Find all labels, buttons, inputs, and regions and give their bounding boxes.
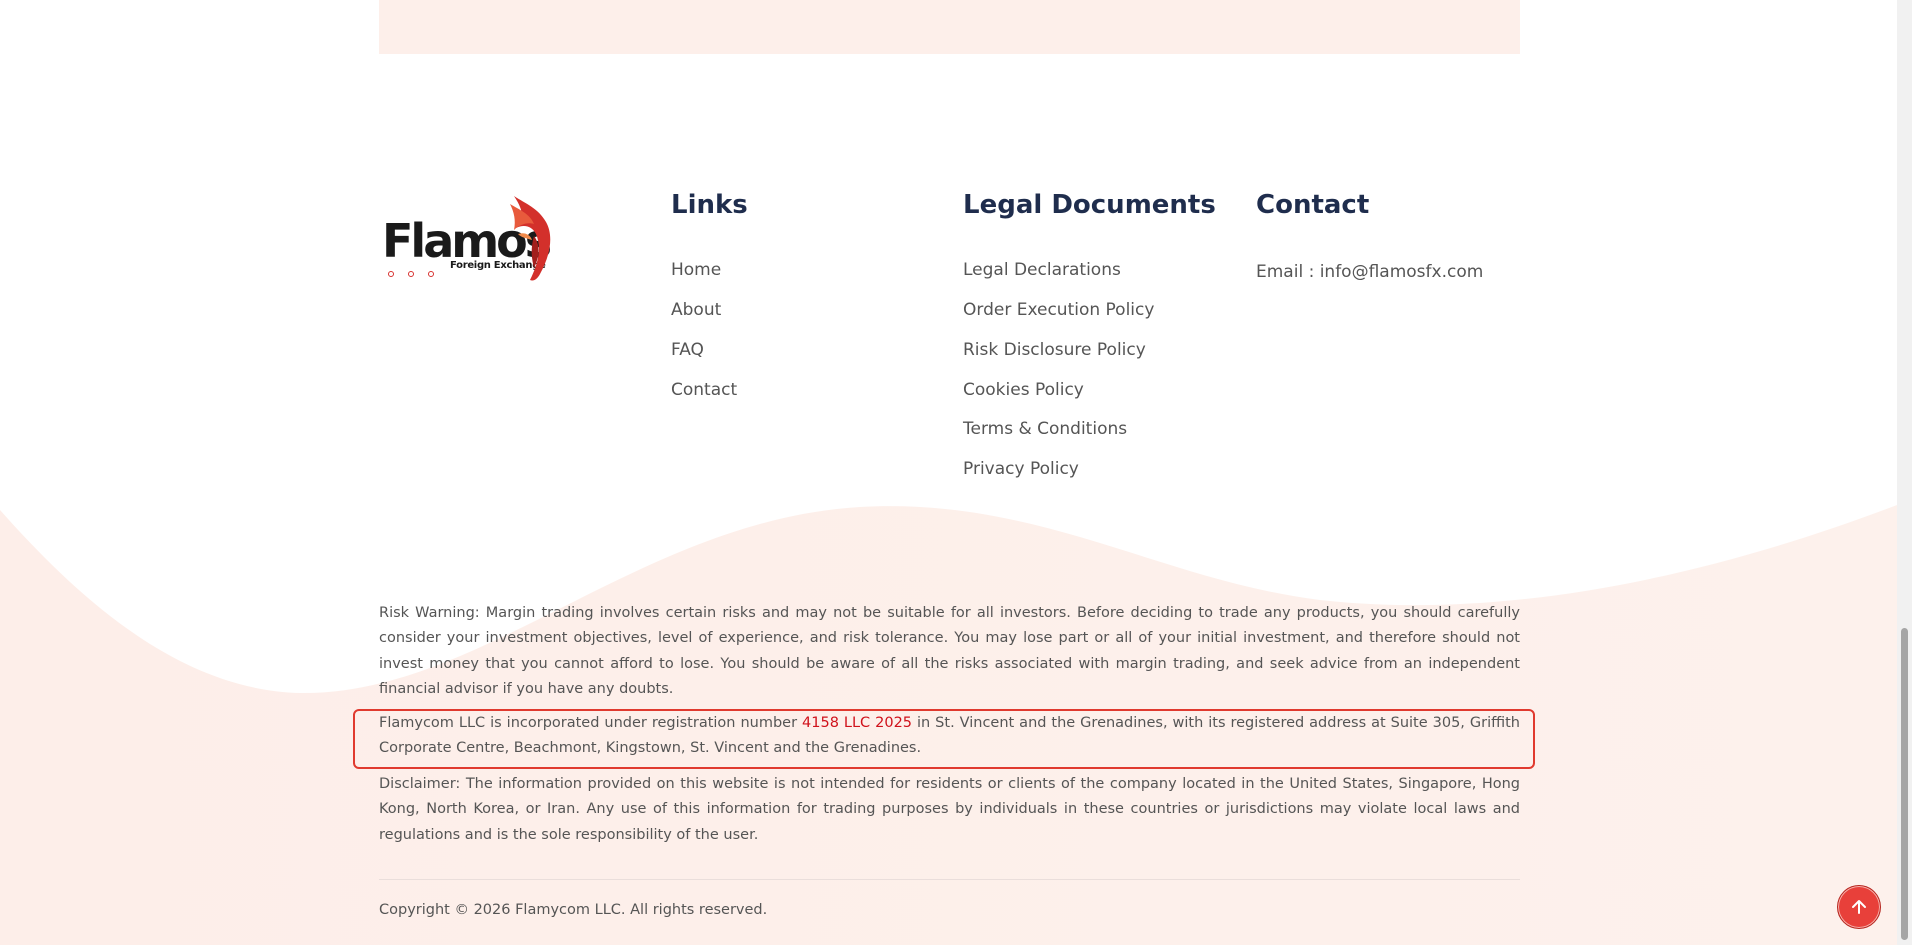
logo-dots: [388, 262, 448, 281]
phoenix-icon: [510, 196, 551, 281]
footer-divider: [379, 879, 1520, 880]
legal-link-declarations[interactable]: Legal Declarations: [963, 260, 1121, 280]
contact-heading: Contact: [1256, 190, 1370, 220]
page-scrollbar[interactable]: [1897, 0, 1912, 945]
legal-link-order-execution[interactable]: Order Execution Policy: [963, 300, 1154, 320]
footer-link-contact[interactable]: Contact: [671, 380, 737, 400]
scrollbar-thumb[interactable]: [1901, 628, 1908, 940]
back-to-top-button[interactable]: [1837, 885, 1881, 929]
copyright-text: Copyright © 2026 Flamycom LLC. All right…: [379, 902, 768, 918]
footer-link-home[interactable]: Home: [671, 260, 721, 280]
legal-link-terms[interactable]: Terms & Conditions: [963, 419, 1127, 439]
site-logo[interactable]: Flamos Foreign Exchange: [382, 194, 554, 284]
contact-email[interactable]: Email : info@flamosfx.com: [1256, 262, 1483, 282]
risk-warning-text: Risk Warning: Margin trading involves ce…: [379, 605, 1520, 697]
legal-link-privacy[interactable]: Privacy Policy: [963, 459, 1079, 479]
disclaimer-text: Disclaimer: The information provided on …: [379, 776, 1520, 843]
registration-highlight-box: [353, 709, 1535, 769]
legal-documents-heading: Legal Documents: [963, 190, 1216, 220]
footer-link-faq[interactable]: FAQ: [671, 340, 704, 360]
links-heading: Links: [671, 190, 748, 220]
footer-link-about[interactable]: About: [671, 300, 721, 320]
page: Flamos Foreign Exchange Links Home About…: [0, 0, 1897, 945]
legal-link-cookies[interactable]: Cookies Policy: [963, 380, 1084, 400]
arrow-up-icon: [1852, 900, 1866, 914]
legal-link-risk-disclosure[interactable]: Risk Disclosure Policy: [963, 340, 1146, 360]
